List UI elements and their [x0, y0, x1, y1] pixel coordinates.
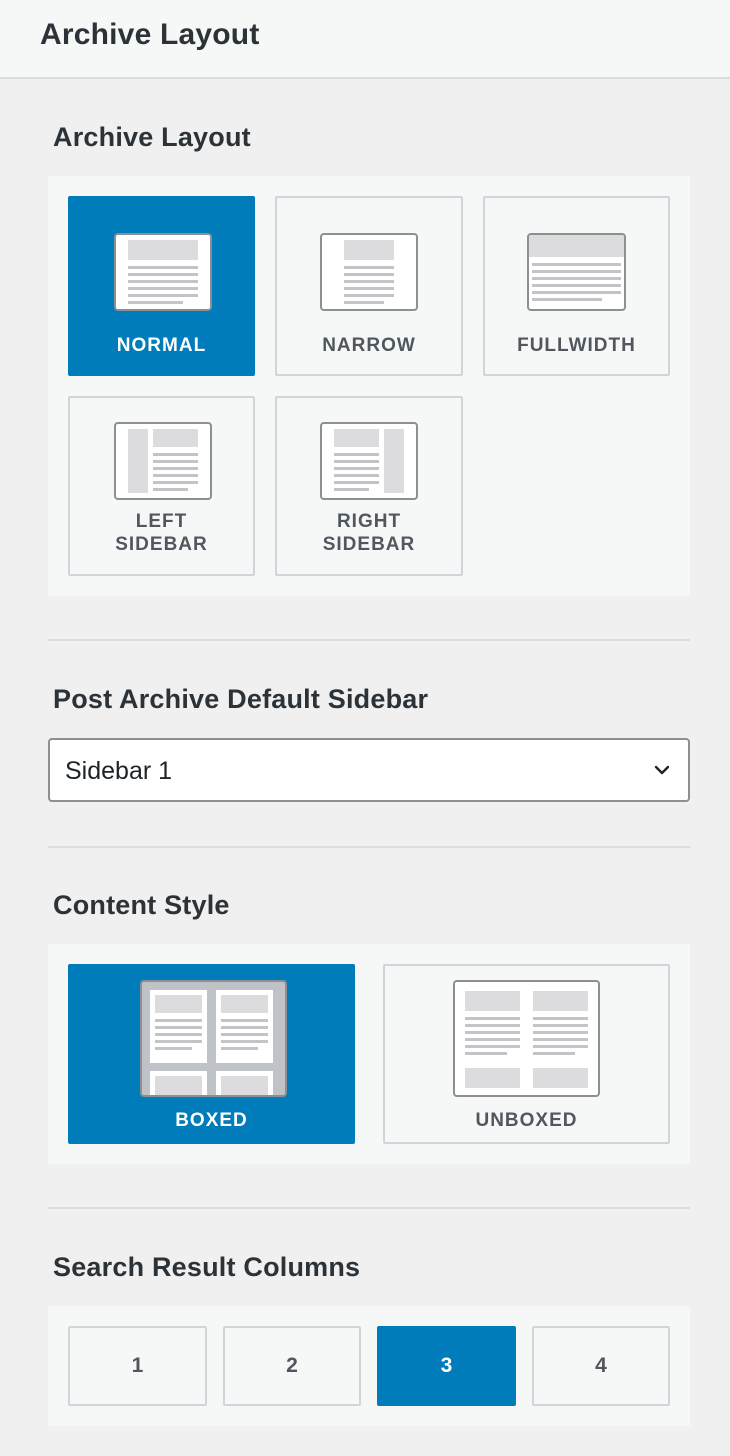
columns-option-3[interactable]: 3 [377, 1326, 516, 1406]
columns-option-4[interactable]: 4 [532, 1326, 670, 1406]
layout-option-label: NORMAL [116, 335, 207, 356]
panel-header: Archive Layout [0, 0, 730, 79]
columns-option-2[interactable]: 2 [223, 1326, 361, 1406]
columns-option-label: 4 [595, 1354, 607, 1377]
columns-option-label: 2 [286, 1354, 298, 1377]
layout-fullwidth-icon [527, 233, 626, 311]
content-style-option-unboxed[interactable]: UNBOXED [383, 964, 670, 1144]
columns-option-label: 1 [131, 1354, 144, 1377]
layout-option-right-sidebar[interactable]: RIGHT SIDEBAR [275, 396, 463, 576]
archive-layout-options: NORMAL NARROW FULLWIDTH LEFT SIDEBAR RIG… [48, 176, 690, 596]
layout-right-sidebar-icon [320, 422, 418, 500]
layout-narrow-icon [320, 233, 418, 311]
chevron-down-icon [654, 765, 670, 775]
layout-option-label-line1: RIGHT [336, 511, 402, 532]
layout-option-left-sidebar[interactable]: LEFT SIDEBAR [68, 396, 255, 576]
search-columns-title: Search Result Columns [53, 1252, 361, 1282]
columns-option-label: 3 [440, 1354, 453, 1377]
content-style-title: Content Style [53, 890, 230, 920]
layout-option-normal[interactable]: NORMAL [68, 196, 255, 376]
default-sidebar-select[interactable]: Sidebar 1 [48, 738, 690, 802]
content-style-label: UNBOXED [475, 1110, 578, 1131]
search-columns-options: 1 2 3 4 [48, 1306, 690, 1426]
content-boxed-icon [140, 980, 287, 1097]
layout-option-label-line2: SIDEBAR [322, 534, 416, 555]
layout-option-label-line1: LEFT [135, 511, 188, 532]
section-divider [48, 1207, 690, 1209]
content-style-options: BOXED UNBOXED [48, 944, 690, 1164]
layout-option-fullwidth[interactable]: FULLWIDTH [483, 196, 670, 376]
layout-option-narrow[interactable]: NARROW [275, 196, 463, 376]
content-style-option-boxed[interactable]: BOXED [68, 964, 355, 1144]
section-divider [48, 846, 690, 848]
panel-title: Archive Layout [40, 18, 260, 51]
default-sidebar-title: Post Archive Default Sidebar [53, 684, 429, 714]
content-unboxed-icon [453, 980, 600, 1097]
content-style-label: BOXED [175, 1110, 248, 1131]
columns-option-1[interactable]: 1 [68, 1326, 207, 1406]
layout-option-label-line2: SIDEBAR [115, 534, 208, 555]
section-divider [48, 639, 690, 641]
layout-option-label: NARROW [322, 335, 416, 356]
layout-normal-icon [114, 233, 212, 311]
layout-option-label: FULLWIDTH [517, 335, 636, 356]
default-sidebar-value: Sidebar 1 [65, 757, 173, 785]
layout-left-sidebar-icon [114, 422, 212, 500]
archive-layout-title: Archive Layout [53, 122, 251, 152]
